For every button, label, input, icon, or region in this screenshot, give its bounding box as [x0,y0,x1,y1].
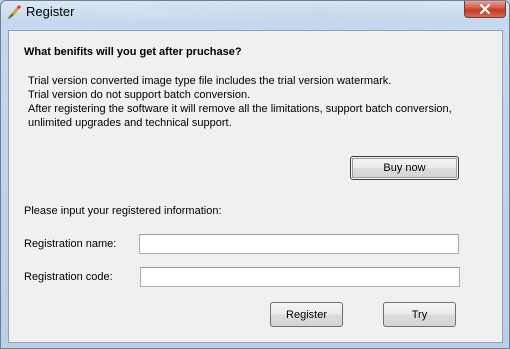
registration-code-label: Registration code: [24,271,113,283]
app-brush-icon [6,4,22,20]
title-bar-background [61,3,481,21]
benefit-line-3: After registering the software it will r… [28,103,452,115]
window-title: Register [26,4,75,19]
try-button[interactable]: Try [383,302,456,327]
dialog-body: What benifits will you get after pruchas… [8,30,503,343]
benefit-line-1: Trial version converted image type file … [28,75,392,87]
benefits-heading: What benifits will you get after pruchas… [24,46,242,58]
buy-now-button[interactable]: Buy now [350,156,459,180]
register-dialog: Register What benifits will you get afte… [0,0,510,349]
benefit-line-4: unlimited upgrades and technical support… [28,117,232,129]
registration-name-label: Registration name: [24,238,117,250]
registration-code-input[interactable] [140,267,460,287]
title-bar[interactable]: Register [1,1,509,23]
registration-name-input[interactable] [139,234,459,254]
close-icon [479,4,491,14]
input-prompt: Please input your registered information… [24,205,222,217]
register-button[interactable]: Register [270,302,343,327]
close-button[interactable] [464,1,506,18]
benefit-line-2: Trial version do not support batch conve… [28,89,251,101]
